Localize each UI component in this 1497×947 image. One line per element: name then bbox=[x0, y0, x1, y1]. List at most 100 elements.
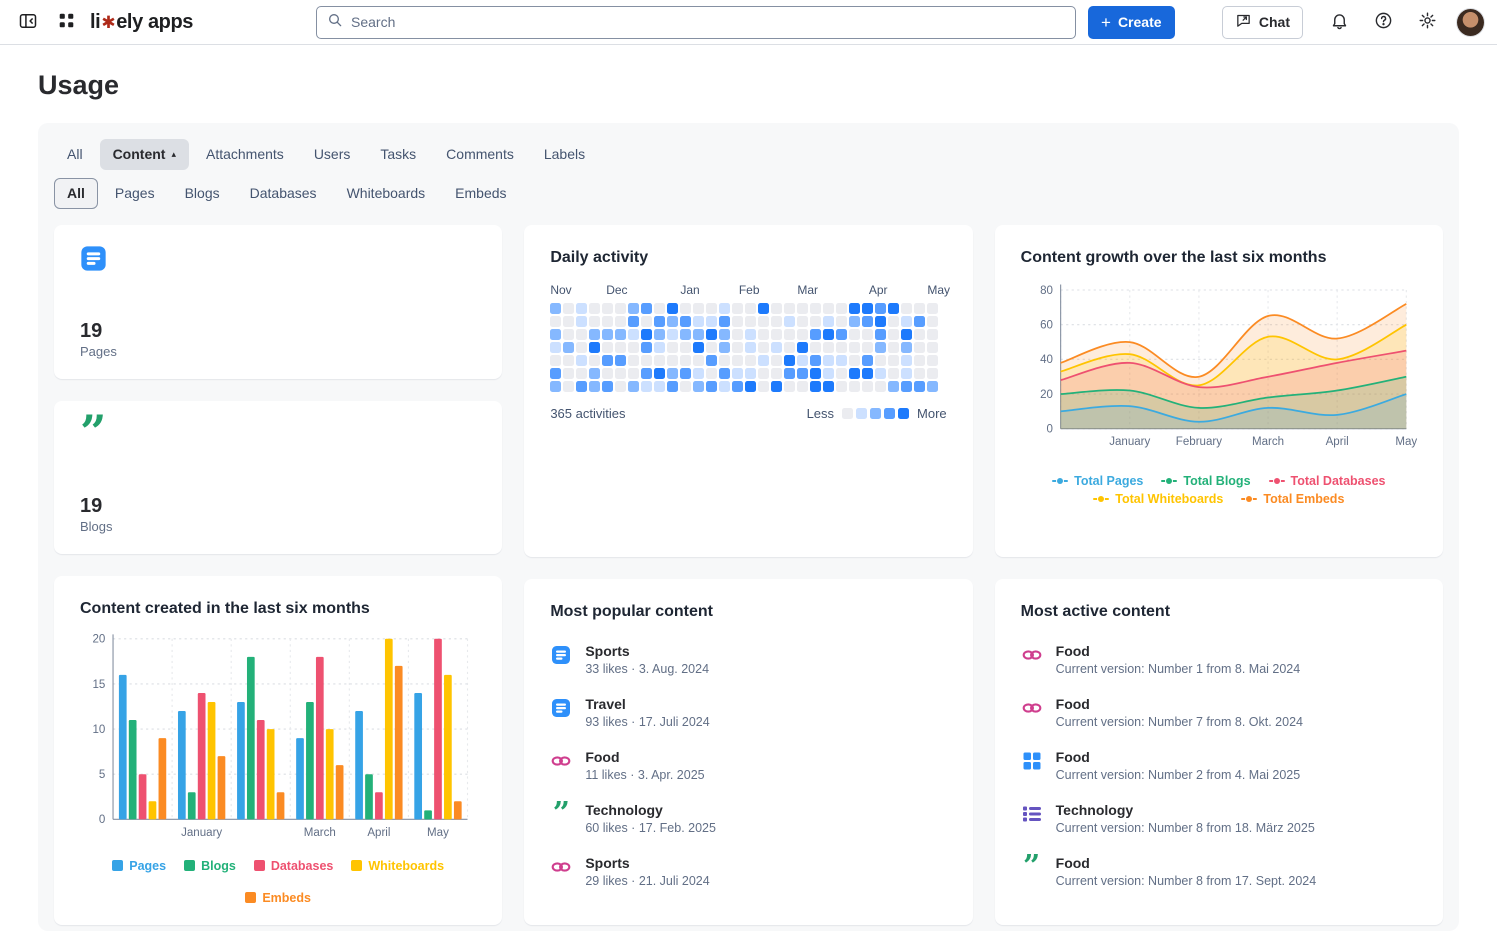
activity-cell bbox=[615, 303, 626, 314]
activity-cell bbox=[628, 329, 639, 340]
list-item[interactable]: ”FoodCurrent version: Number 8 from 17. … bbox=[1021, 845, 1417, 898]
list-item[interactable]: Sports29 likes · 21. Juli 2024 bbox=[550, 845, 946, 898]
activity-cell bbox=[641, 381, 652, 392]
page-icon bbox=[80, 245, 107, 279]
list-item[interactable]: Food11 likes · 3. Apr. 2025 bbox=[550, 739, 946, 792]
activity-cell bbox=[875, 368, 886, 379]
app-switcher-button[interactable] bbox=[50, 6, 82, 38]
activity-cell bbox=[732, 316, 743, 327]
legend-item[interactable]: Embeds bbox=[245, 891, 311, 905]
activity-cell bbox=[914, 303, 925, 314]
filter-tabs-secondary: AllPagesBlogsDatabasesWhiteboardsEmbeds bbox=[54, 178, 1443, 209]
item-title[interactable]: Technology bbox=[585, 802, 716, 818]
page-icon bbox=[550, 697, 572, 719]
item-title[interactable]: Travel bbox=[585, 696, 709, 712]
tab-labels[interactable]: Labels bbox=[531, 139, 598, 170]
legend-item[interactable]: Total Whiteboards bbox=[1093, 492, 1223, 506]
legend-item[interactable]: Total Embeds bbox=[1241, 492, 1344, 506]
subtab-all[interactable]: All bbox=[54, 178, 98, 209]
activity-cell bbox=[784, 303, 795, 314]
activity-cell bbox=[680, 316, 691, 327]
help-button[interactable] bbox=[1367, 6, 1399, 38]
tab-tasks[interactable]: Tasks bbox=[367, 139, 429, 170]
svg-text:January: January bbox=[1109, 436, 1150, 448]
sidebar-toggle-button[interactable] bbox=[12, 6, 44, 38]
filter-tabs-primary: AllContent▴AttachmentsUsersTasksComments… bbox=[54, 139, 1443, 170]
tab-all[interactable]: All bbox=[54, 139, 96, 170]
item-title[interactable]: Technology bbox=[1056, 802, 1315, 818]
tab-comments[interactable]: Comments bbox=[433, 139, 527, 170]
profile-button[interactable] bbox=[1455, 7, 1485, 37]
activity-cell bbox=[680, 342, 691, 353]
search-input[interactable] bbox=[351, 14, 1065, 30]
list-item[interactable]: FoodCurrent version: Number 2 from 4. Ma… bbox=[1021, 739, 1417, 792]
activity-cell bbox=[797, 381, 808, 392]
activity-cell bbox=[602, 316, 613, 327]
list-item[interactable]: FoodCurrent version: Number 1 from 8. Ma… bbox=[1021, 633, 1417, 686]
activity-cell bbox=[732, 342, 743, 353]
activity-cell bbox=[706, 316, 717, 327]
item-title[interactable]: Food bbox=[1056, 696, 1303, 712]
activity-cell bbox=[784, 355, 795, 366]
chat-button[interactable]: Chat bbox=[1222, 6, 1303, 39]
svg-text:February: February bbox=[1175, 436, 1221, 448]
activity-cell bbox=[875, 329, 886, 340]
tab-users[interactable]: Users bbox=[301, 139, 364, 170]
create-button[interactable]: + Create bbox=[1088, 6, 1175, 39]
subtab-pages[interactable]: Pages bbox=[102, 178, 168, 209]
svg-text:April: April bbox=[367, 827, 390, 839]
legend-item[interactable]: Databases bbox=[254, 859, 334, 873]
subtab-whiteboards[interactable]: Whiteboards bbox=[334, 178, 439, 209]
activity-cell bbox=[758, 329, 769, 340]
legend-item[interactable]: Total Blogs bbox=[1161, 474, 1250, 488]
tab-content[interactable]: Content▴ bbox=[100, 139, 189, 170]
legend-item[interactable]: Total Pages bbox=[1052, 474, 1143, 488]
activity-cell bbox=[680, 355, 691, 366]
activity-cell bbox=[797, 342, 808, 353]
item-title[interactable]: Sports bbox=[585, 855, 709, 871]
activity-cell bbox=[641, 303, 652, 314]
search-box[interactable] bbox=[316, 6, 1076, 39]
activity-cell bbox=[576, 368, 587, 379]
list-item[interactable]: Sports33 likes · 3. Aug. 2024 bbox=[550, 633, 946, 686]
activity-cell bbox=[745, 316, 756, 327]
activity-cell bbox=[667, 368, 678, 379]
growth-chart-legend: Total Pages Total Blogs Total Databases Tot… bbox=[1021, 474, 1417, 506]
activity-cell bbox=[706, 368, 717, 379]
item-title[interactable]: Food bbox=[585, 749, 704, 765]
activity-cell bbox=[563, 355, 574, 366]
activity-cell bbox=[758, 355, 769, 366]
notifications-button[interactable] bbox=[1323, 6, 1355, 38]
activity-cell bbox=[823, 355, 834, 366]
svg-text:0: 0 bbox=[1046, 423, 1052, 435]
legend-item[interactable]: Pages bbox=[112, 859, 166, 873]
tab-attachments[interactable]: Attachments bbox=[193, 139, 297, 170]
item-title[interactable]: Food bbox=[1056, 643, 1301, 659]
plus-icon: + bbox=[1101, 14, 1111, 31]
activity-cell bbox=[589, 316, 600, 327]
list-item[interactable]: FoodCurrent version: Number 7 from 8. Ok… bbox=[1021, 686, 1417, 739]
activity-cell bbox=[589, 342, 600, 353]
activity-cell bbox=[654, 303, 665, 314]
list-item[interactable]: Travel93 likes · 17. Juli 2024 bbox=[550, 686, 946, 739]
activity-cell bbox=[849, 342, 860, 353]
list-item[interactable]: ”Technology60 likes · 17. Feb. 2025 bbox=[550, 792, 946, 845]
activity-cell bbox=[602, 329, 613, 340]
legend-item[interactable]: Blogs bbox=[184, 859, 236, 873]
brand-logo[interactable]: li✱ely apps bbox=[90, 11, 193, 34]
settings-button[interactable] bbox=[1411, 6, 1443, 38]
activity-cell bbox=[563, 381, 574, 392]
subtab-embeds[interactable]: Embeds bbox=[442, 178, 519, 209]
legend-item[interactable]: Total Databases bbox=[1269, 474, 1386, 488]
subtab-databases[interactable]: Databases bbox=[237, 178, 330, 209]
item-title[interactable]: Sports bbox=[585, 643, 709, 659]
item-title[interactable]: Food bbox=[1056, 855, 1317, 871]
activity-cell bbox=[654, 329, 665, 340]
legend-item[interactable]: Whiteboards bbox=[351, 859, 444, 873]
activity-cell bbox=[667, 316, 678, 327]
subtab-blogs[interactable]: Blogs bbox=[172, 178, 233, 209]
list-item[interactable]: TechnologyCurrent version: Number 8 from… bbox=[1021, 792, 1417, 845]
item-title[interactable]: Food bbox=[1056, 749, 1301, 765]
activity-cell bbox=[550, 303, 561, 314]
blogs-stat-value: 19 bbox=[80, 495, 102, 518]
